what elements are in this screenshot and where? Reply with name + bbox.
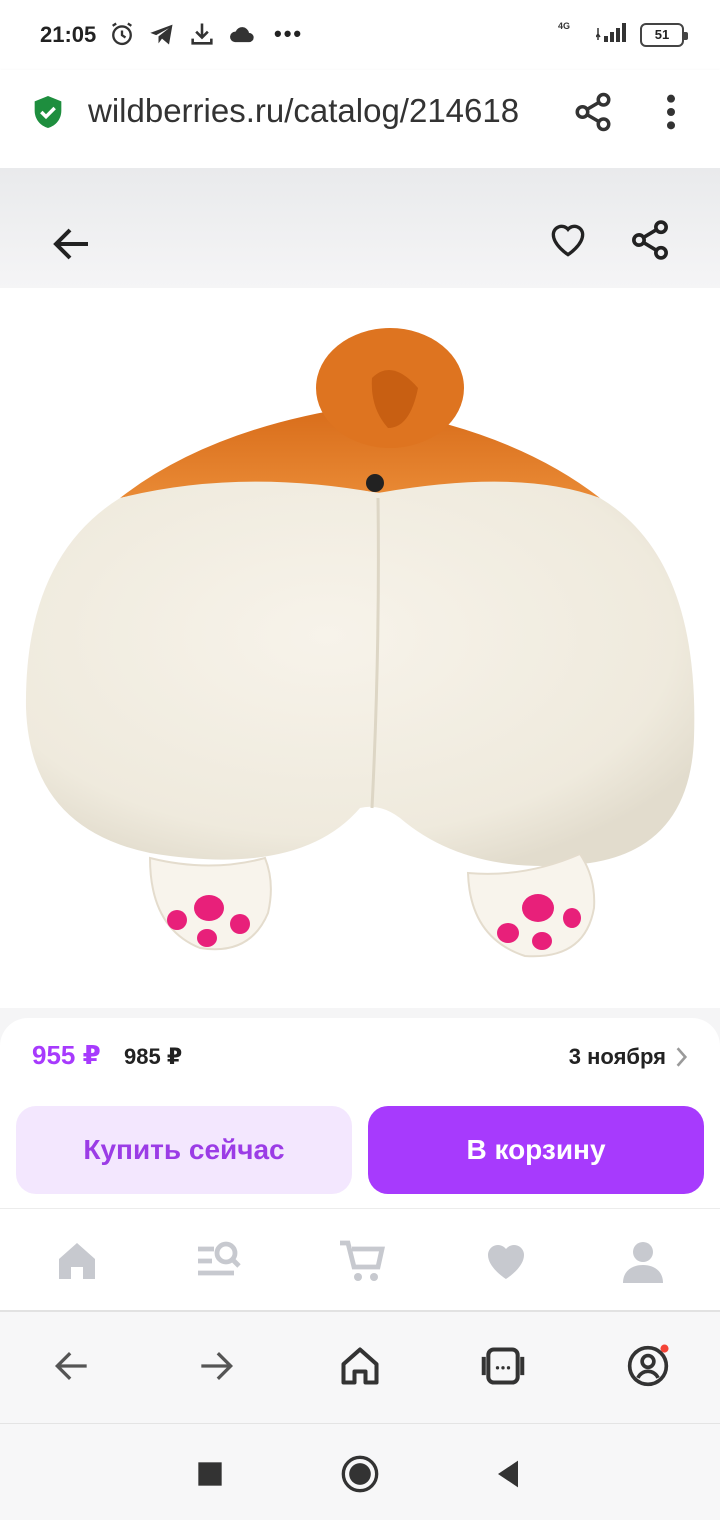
- account-icon: [627, 1344, 669, 1387]
- back-icon: [498, 1460, 518, 1488]
- product-header: [0, 168, 720, 288]
- status-notification-icons: •••: [108, 20, 303, 48]
- browser-bottom-bar: [0, 1312, 720, 1424]
- home-icon: [59, 1243, 95, 1279]
- browser-forward-button[interactable]: [194, 1344, 238, 1388]
- system-home-button[interactable]: [340, 1454, 380, 1494]
- share-icon[interactable]: [628, 218, 672, 262]
- browser-url-bar: wildberries.ru/catalog/214618: [0, 70, 720, 168]
- arrow-left-icon[interactable]: [48, 220, 96, 268]
- tab-profile[interactable]: [619, 1237, 667, 1285]
- share-icon[interactable]: [572, 90, 614, 134]
- purchase-panel: 955 ₽ 985 ₽ 3 ноября Купить сейчас В кор…: [0, 1008, 720, 1208]
- cart-icon: [340, 1240, 385, 1281]
- profile-icon: [623, 1242, 663, 1283]
- catalog-search-icon: [198, 1241, 241, 1276]
- cloud-icon: [230, 27, 254, 43]
- add-to-cart-button[interactable]: В корзину: [368, 1106, 704, 1194]
- tabs-icon: [481, 1347, 525, 1385]
- battery-level: 51: [654, 27, 670, 42]
- delivery-date: 3 ноября: [568, 1044, 666, 1069]
- purchase-card: 955 ₽ 985 ₽ 3 ноября Купить сейчас В кор…: [0, 1018, 720, 1208]
- url-field[interactable]: wildberries.ru/catalog/214618: [88, 92, 550, 130]
- tab-home[interactable]: [53, 1237, 101, 1285]
- tab-favorites[interactable]: [482, 1237, 530, 1285]
- browser-tabs-button[interactable]: [481, 1344, 525, 1388]
- more-vertical-icon[interactable]: [655, 90, 687, 134]
- browser-home-button[interactable]: [338, 1344, 382, 1388]
- current-price: 955 ₽: [32, 1040, 101, 1070]
- browser-back-button[interactable]: [50, 1344, 94, 1388]
- alarm-icon: [112, 22, 132, 46]
- home-icon: [341, 1455, 379, 1493]
- status-time: 21:05: [40, 22, 97, 47]
- shield-check-icon[interactable]: [32, 94, 64, 130]
- home-icon: [341, 1347, 379, 1385]
- system-navigation-bar: [0, 1424, 720, 1520]
- network-type: 4G: [558, 21, 571, 31]
- system-recents-button[interactable]: [190, 1454, 230, 1494]
- buy-now-button[interactable]: Купить сейчас: [16, 1106, 352, 1194]
- corgi-pillow-image: [25, 328, 695, 958]
- heart-outline-icon[interactable]: [546, 218, 590, 262]
- product-photo[interactable]: [0, 288, 720, 1008]
- recents-icon: [198, 1462, 222, 1486]
- tab-catalog[interactable]: [194, 1237, 242, 1285]
- browser-account-button[interactable]: [626, 1344, 670, 1388]
- notification-dot: [660, 1344, 669, 1353]
- download-icon: [191, 23, 213, 45]
- tab-cart[interactable]: [338, 1237, 386, 1285]
- status-system-icons: 4G 51: [558, 20, 688, 49]
- favorites-icon: [488, 1245, 524, 1279]
- delivery-date-link[interactable]: 3 ноября: [569, 1044, 690, 1070]
- telegram-icon: [150, 24, 173, 45]
- old-price: 985 ₽: [124, 1044, 183, 1069]
- status-more-dots: •••: [274, 21, 304, 46]
- battery-indicator: 51: [640, 22, 688, 47]
- signal-icon: [595, 23, 626, 42]
- forward-icon: [201, 1351, 234, 1381]
- app-tab-bar: [0, 1208, 720, 1312]
- chevron-right-icon: [676, 1047, 688, 1067]
- status-bar: 21:05 ••• 4G 51: [0, 0, 720, 70]
- back-icon: [54, 1351, 87, 1381]
- system-back-button[interactable]: [488, 1454, 528, 1494]
